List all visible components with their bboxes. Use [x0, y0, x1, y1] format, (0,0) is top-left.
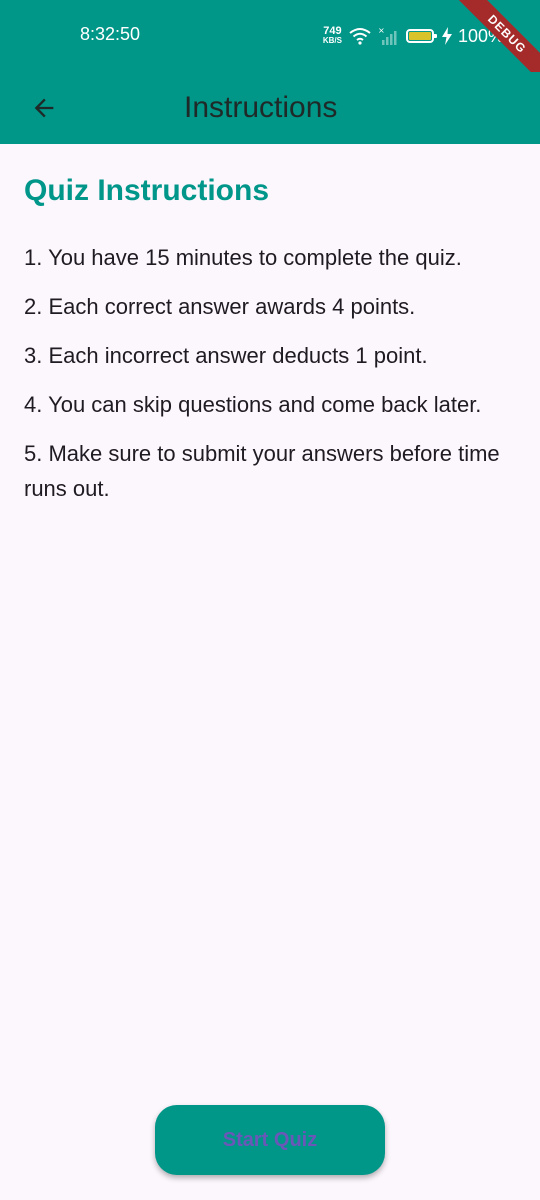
wifi-icon [349, 28, 371, 45]
status-icons: 749 KB/S × 100% [323, 22, 504, 50]
page-title: Instructions [184, 91, 338, 124]
start-quiz-button[interactable]: Start Quiz [155, 1105, 385, 1175]
instructions-heading: Quiz Instructions [24, 174, 270, 207]
status-bar: 8:32:50 749 KB/S × 100% DEBUG [0, 0, 540, 95]
network-speed-value: 749 [323, 25, 342, 37]
app-bar: Instructions [0, 72, 540, 144]
instruction-item: 1. You have 15 minutes to complete the q… [24, 245, 462, 270]
svg-text:×: × [378, 26, 385, 35]
charging-bolt-icon [441, 27, 452, 45]
battery-icon [405, 29, 437, 43]
arrow-back-icon [34, 98, 54, 118]
instruction-item: 3. Each incorrect answer deducts 1 point… [24, 343, 428, 368]
instruction-item: 2. Each correct answer awards 4 points. [24, 294, 416, 319]
instructions-content: Quiz Instructions 1. You have 15 minutes… [24, 170, 516, 520]
network-speed: 749 KB/S [322, 25, 342, 46]
network-speed-unit: KB/S [322, 36, 342, 45]
status-time: 8:32:50 [80, 24, 141, 44]
battery-level [408, 32, 431, 40]
instruction-item: 4. You can skip questions and come back … [24, 392, 482, 417]
back-button[interactable] [20, 84, 68, 132]
cell-signal-icon: × [378, 26, 397, 45]
instruction-item: 5. Make sure to submit your answers befo… [24, 441, 500, 501]
